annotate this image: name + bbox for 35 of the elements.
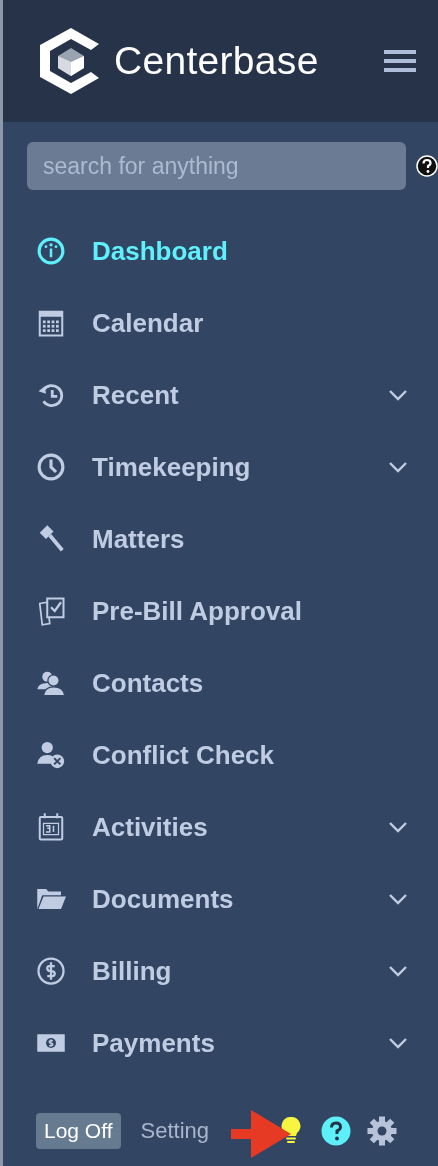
nav-item[interactable]: Contacts xyxy=(3,647,438,719)
clock-icon xyxy=(36,452,66,482)
user-x-icon xyxy=(36,740,66,770)
help-icon[interactable] xyxy=(416,155,438,177)
search-field[interactable]: search for anything xyxy=(27,142,406,190)
nav-item[interactable]: Conflict Check xyxy=(3,719,438,791)
chevron-down-icon xyxy=(388,460,408,474)
brand-name: Centerbase xyxy=(114,39,320,83)
nav-item[interactable]: Recent xyxy=(3,359,438,431)
chevron-down-icon xyxy=(388,964,408,978)
nav-item[interactable]: Matters xyxy=(3,503,438,575)
settings-link[interactable]: Setting xyxy=(140,1118,209,1144)
nav-item[interactable]: Timekeeping xyxy=(3,431,438,503)
nav-item[interactable]: Documents xyxy=(3,863,438,935)
lightbulb-icon[interactable] xyxy=(279,1116,303,1146)
gauge-icon xyxy=(36,236,66,266)
calendar-day-icon xyxy=(36,812,66,842)
calendar-icon xyxy=(36,308,66,338)
nav-item[interactable]: Activities xyxy=(3,791,438,863)
chevron-down-icon xyxy=(388,1036,408,1050)
chevron-down-icon xyxy=(388,388,408,402)
help-icon[interactable] xyxy=(321,1116,351,1146)
log-off-button[interactable]: Log Off xyxy=(36,1113,121,1149)
chevron-down-icon xyxy=(388,820,408,834)
nav-item[interactable]: Billing xyxy=(3,935,438,1007)
settings-icon[interactable] xyxy=(367,1116,397,1146)
nav-item[interactable]: Payments xyxy=(3,1007,438,1079)
arrow-annotation xyxy=(231,1110,291,1158)
nav-item[interactable]: Calendar xyxy=(3,287,438,359)
nav-item[interactable]: Pre-Bill Approval xyxy=(3,575,438,647)
dollar-circle-icon xyxy=(36,956,66,986)
menu-icon[interactable] xyxy=(384,50,416,72)
chevron-down-icon xyxy=(388,892,408,906)
approval-icon xyxy=(36,596,66,626)
nav-item[interactable]: Dashboard xyxy=(3,215,438,287)
